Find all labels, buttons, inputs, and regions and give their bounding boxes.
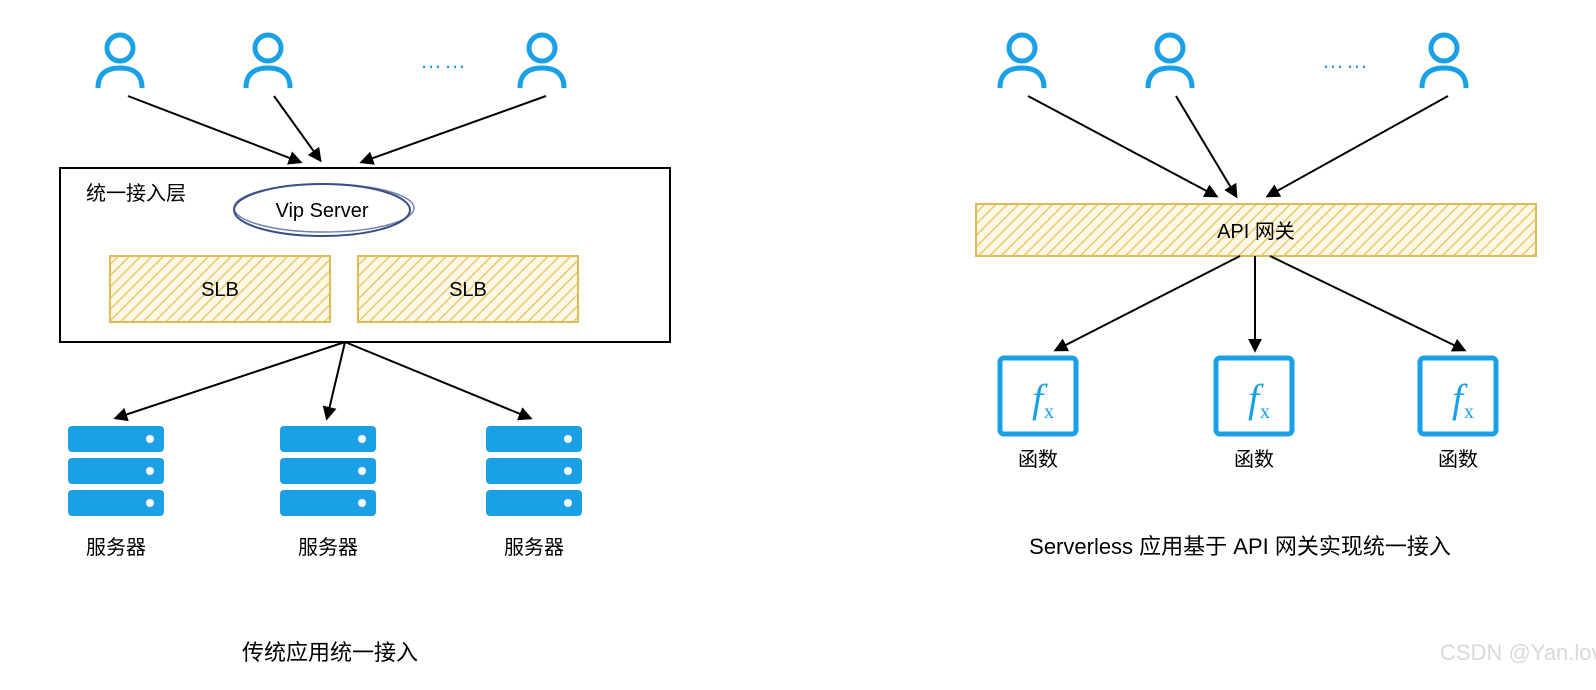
arrow <box>1268 96 1448 196</box>
function-label: 函数 <box>1438 448 1478 471</box>
user-icon <box>1422 35 1466 88</box>
server-label: 服务器 <box>86 536 146 559</box>
svg-text:x: x <box>1464 401 1474 423</box>
left-caption: 传统应用统一接入 <box>242 640 418 665</box>
arrow <box>1028 96 1216 196</box>
unified-layer-label: 统一接入层 <box>86 182 186 205</box>
slb-label: SLB <box>449 279 487 301</box>
ellipsis: …… <box>420 48 468 73</box>
arrow <box>116 342 345 418</box>
function-icon: f x <box>1216 358 1292 434</box>
arrow <box>345 342 530 418</box>
api-gateway-label: API 网关 <box>1217 220 1295 243</box>
function-icon: f x <box>1420 358 1496 434</box>
vipserver-label: Vip Server <box>275 200 368 222</box>
right-caption: Serverless 应用基于 API 网关实现统一接入 <box>1029 534 1451 559</box>
function-label: 函数 <box>1018 448 1058 471</box>
server-icon <box>486 426 582 516</box>
user-icon <box>1148 35 1192 88</box>
watermark: CSDN @Yan.love <box>1440 640 1596 665</box>
user-icon <box>1000 35 1044 88</box>
function-icon: f x <box>1000 358 1076 434</box>
server-label: 服务器 <box>298 536 358 559</box>
function-label: 函数 <box>1234 448 1274 471</box>
user-icon <box>98 35 142 88</box>
svg-text:x: x <box>1044 401 1054 423</box>
server-label: 服务器 <box>504 536 564 559</box>
user-icon <box>246 35 290 88</box>
server-icon <box>280 426 376 516</box>
svg-text:x: x <box>1260 401 1270 423</box>
arrow <box>274 96 320 160</box>
server-icon <box>68 426 164 516</box>
arrow <box>362 96 546 162</box>
ellipsis: …… <box>1322 48 1370 73</box>
arrow <box>327 342 345 418</box>
slb-label: SLB <box>201 279 239 301</box>
user-icon <box>520 35 564 88</box>
arrow <box>128 96 300 162</box>
arrow <box>1176 96 1236 196</box>
arrow <box>1270 256 1464 350</box>
arrow <box>1056 256 1240 350</box>
